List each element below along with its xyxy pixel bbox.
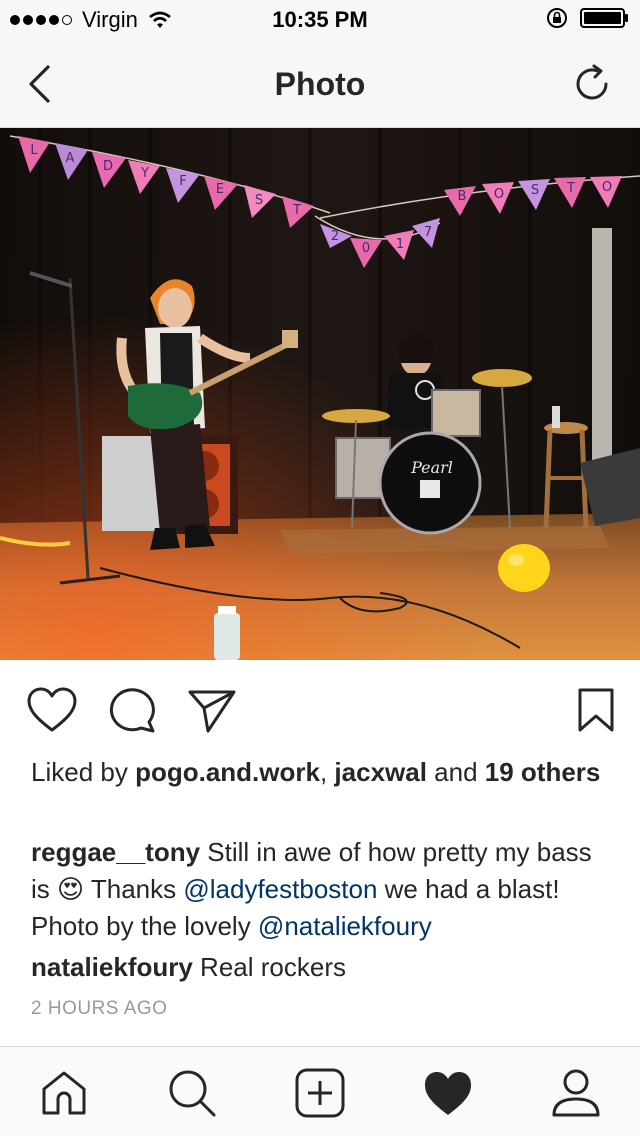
post-caption: reggae__tony Still in awe of how pretty … bbox=[31, 834, 611, 945]
post-timestamp: 2 HOURS AGO bbox=[31, 998, 168, 1019]
likes-summary: Liked by pogo.and.work, jacxwal and 19 o… bbox=[31, 756, 611, 788]
svg-text:1: 1 bbox=[396, 237, 404, 252]
mention-link[interactable]: @nataliekfoury bbox=[258, 911, 432, 941]
likes-prefix: Liked by bbox=[31, 757, 136, 787]
comment-text: Real rockers bbox=[192, 952, 346, 982]
paper-plane-icon[interactable] bbox=[186, 686, 238, 734]
home-icon[interactable] bbox=[38, 1067, 90, 1119]
comment-row: nataliekfoury Real rockers bbox=[31, 950, 611, 984]
post-actions bbox=[0, 660, 640, 760]
page-title: Photo bbox=[274, 66, 366, 102]
likes-separator: , bbox=[319, 757, 335, 787]
refresh-icon[interactable] bbox=[572, 62, 614, 106]
post-photo[interactable]: L A D Y F E S T B O S T O 2 0 1 7 Pearl bbox=[0, 128, 640, 660]
status-right bbox=[546, 7, 630, 29]
mention-link[interactable]: @ladyfestboston bbox=[183, 874, 377, 904]
svg-text:L: L bbox=[30, 143, 38, 158]
likes-and: and bbox=[426, 757, 485, 787]
add-post-icon[interactable] bbox=[294, 1067, 346, 1119]
svg-text:T: T bbox=[566, 181, 575, 196]
svg-text:D: D bbox=[103, 159, 113, 174]
battery-icon bbox=[580, 8, 628, 28]
svg-text:S: S bbox=[255, 193, 263, 208]
svg-text:7: 7 bbox=[424, 225, 432, 240]
liker-link[interactable]: pogo.and.work bbox=[135, 757, 320, 787]
rotation-lock-icon bbox=[547, 8, 567, 28]
svg-text:0: 0 bbox=[362, 241, 370, 256]
caption-text: Thanks bbox=[84, 874, 184, 904]
status-time: 10:35 PM bbox=[272, 7, 368, 32]
svg-text:2: 2 bbox=[331, 229, 339, 244]
svg-text:B: B bbox=[458, 189, 467, 204]
profile-icon[interactable] bbox=[550, 1067, 602, 1119]
svg-text:O: O bbox=[602, 180, 612, 195]
likes-others-link[interactable]: 19 others bbox=[485, 757, 601, 787]
tab-bar bbox=[0, 1046, 640, 1136]
svg-text:F: F bbox=[179, 174, 186, 189]
heart-outline-icon[interactable] bbox=[26, 686, 78, 734]
concert-photo: L A D Y F E S T B O S T O 2 0 1 7 Pearl bbox=[0, 128, 640, 660]
svg-text:T: T bbox=[292, 203, 301, 218]
svg-text:S: S bbox=[531, 183, 539, 198]
search-icon[interactable] bbox=[166, 1067, 218, 1119]
svg-text:Y: Y bbox=[140, 166, 149, 181]
comment-username[interactable]: nataliekfoury bbox=[31, 952, 193, 982]
svg-text:Pearl: Pearl bbox=[410, 458, 453, 477]
nav-bar: Photo bbox=[0, 40, 640, 128]
heart-filled-icon[interactable] bbox=[422, 1067, 474, 1119]
comment-bubble-icon[interactable] bbox=[106, 686, 158, 734]
svg-text:E: E bbox=[216, 182, 224, 197]
svg-text:O: O bbox=[494, 187, 504, 202]
status-bar: Virgin 10:35 PM bbox=[0, 0, 640, 40]
heart-eyes-emoji: 😍 bbox=[57, 874, 85, 904]
liker-link[interactable]: jacxwal bbox=[334, 757, 427, 787]
caption-username[interactable]: reggae__tony bbox=[31, 837, 200, 867]
svg-text:A: A bbox=[66, 151, 75, 166]
bookmark-icon[interactable] bbox=[570, 686, 622, 734]
